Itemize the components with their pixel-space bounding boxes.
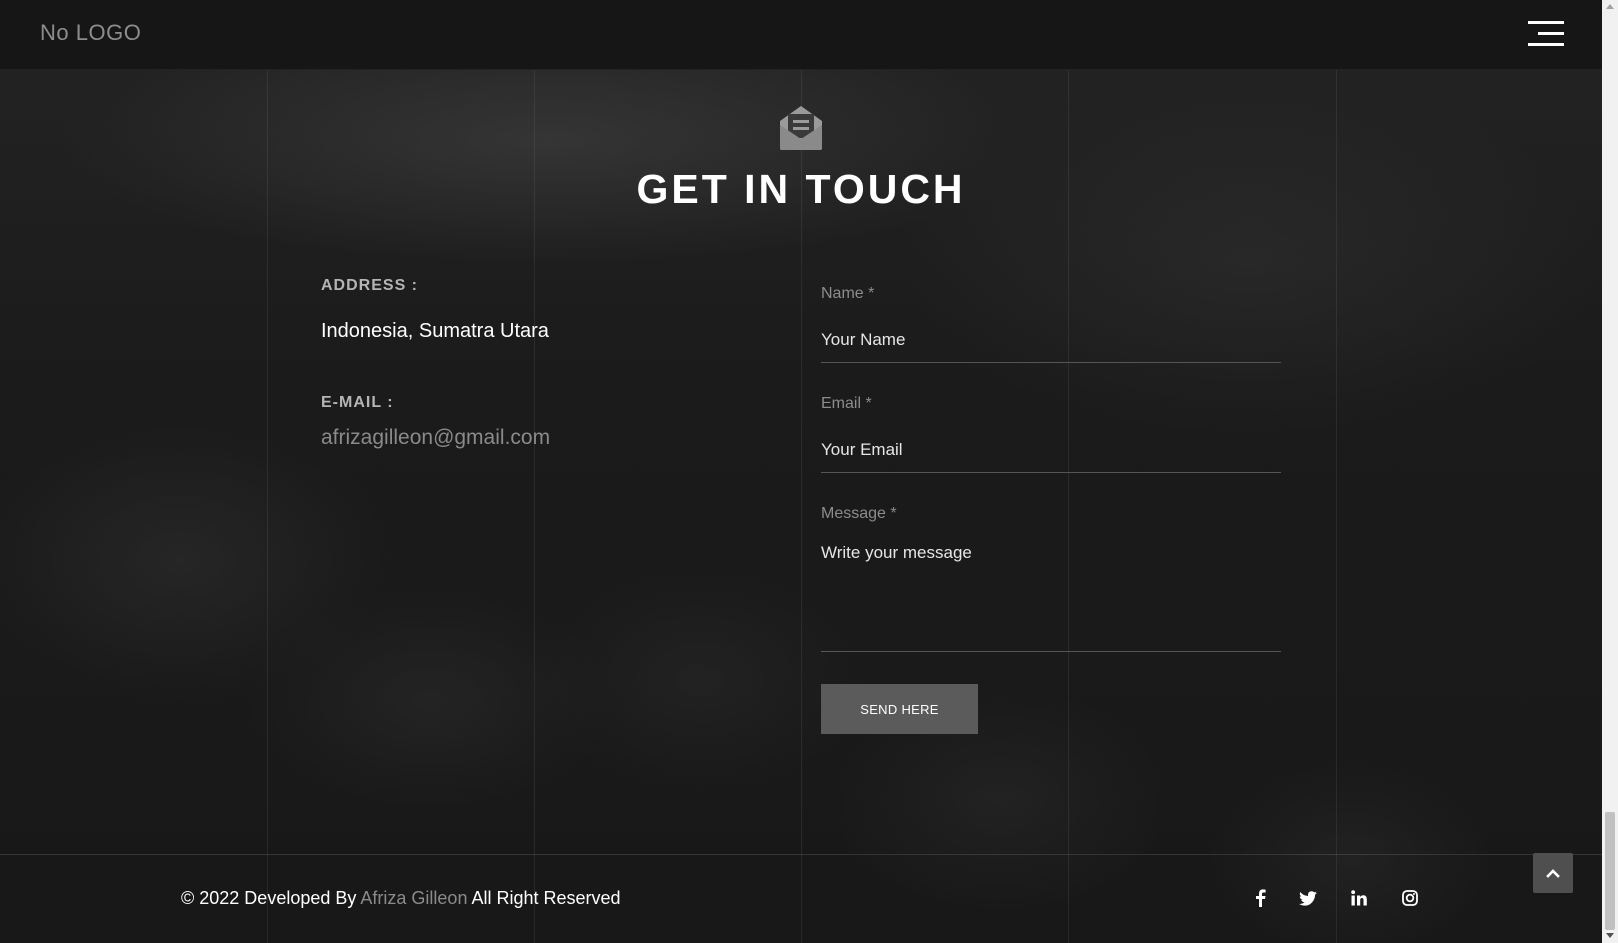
message-textarea[interactable] bbox=[821, 543, 1281, 652]
address-value: Indonesia, Sumatra Utara bbox=[321, 320, 549, 342]
back-to-top-button[interactable] bbox=[1533, 853, 1573, 893]
email-field-label: Email * bbox=[821, 395, 872, 412]
copyright-suffix: All Right Reserved bbox=[471, 888, 621, 908]
copyright-text: © 2022 Developed By Afriza Gilleon All R… bbox=[181, 888, 621, 909]
name-field-label: Name * bbox=[821, 285, 875, 302]
site-header: No LOGO bbox=[0, 0, 1602, 70]
vertical-scrollbar[interactable] bbox=[1602, 0, 1618, 943]
chevron-up-icon bbox=[1546, 869, 1560, 878]
section-title: GET IN TOUCH bbox=[636, 166, 966, 212]
instagram-icon[interactable] bbox=[1400, 888, 1420, 908]
scroll-up-arrow-icon[interactable] bbox=[1606, 4, 1614, 9]
facebook-icon[interactable] bbox=[1250, 888, 1270, 908]
author-link[interactable]: Afriza Gilleon bbox=[360, 888, 467, 908]
message-field-label: Message * bbox=[821, 505, 897, 522]
email-input[interactable] bbox=[821, 428, 1281, 473]
name-input[interactable] bbox=[821, 318, 1281, 363]
linkedin-icon[interactable] bbox=[1349, 888, 1369, 908]
address-label: ADDRESS : bbox=[321, 277, 419, 294]
site-logo[interactable]: No LOGO bbox=[40, 20, 141, 46]
scrollbar-thumb[interactable] bbox=[1605, 812, 1615, 930]
open-envelope-icon bbox=[778, 104, 824, 152]
twitter-icon[interactable] bbox=[1298, 888, 1318, 908]
scroll-down-arrow-icon[interactable] bbox=[1606, 933, 1614, 938]
email-label: E-MAIL : bbox=[321, 394, 394, 411]
copyright-prefix: © 2022 Developed By bbox=[181, 888, 357, 908]
send-button[interactable]: SEND HERE bbox=[821, 684, 978, 734]
hamburger-menu-icon[interactable] bbox=[1528, 21, 1564, 47]
email-link[interactable]: afrizagilleon@gmail.com bbox=[321, 426, 550, 450]
footer-divider bbox=[0, 854, 1602, 855]
